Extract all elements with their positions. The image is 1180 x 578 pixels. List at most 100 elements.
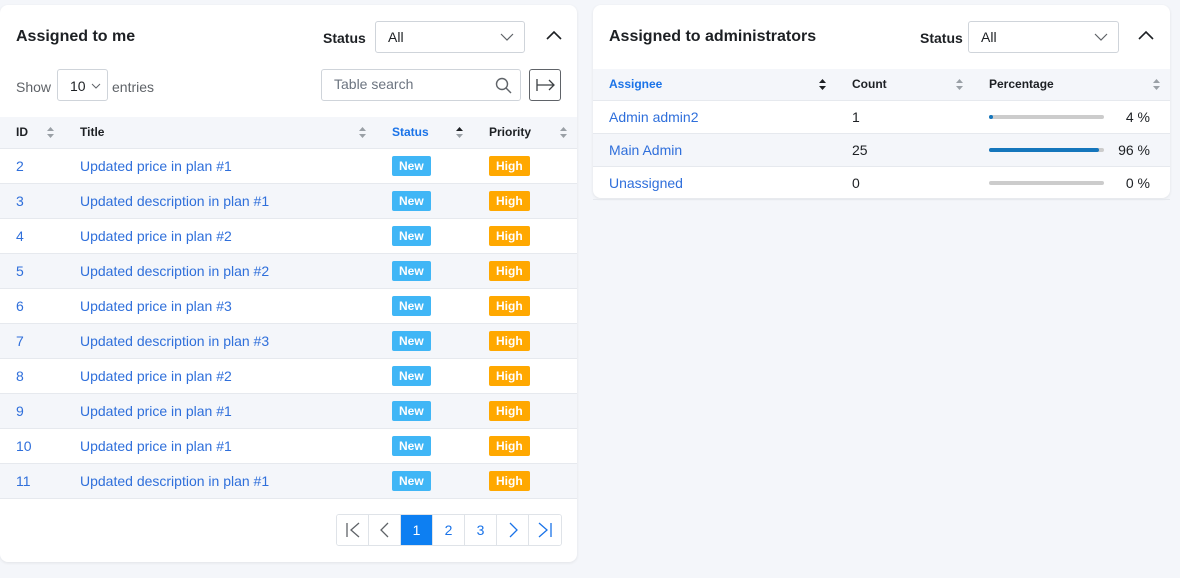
- ticket-title-link[interactable]: Updated price in plan #3: [80, 298, 232, 314]
- column-header-priority[interactable]: Priority: [473, 117, 577, 149]
- priority-badge: High: [489, 225, 530, 246]
- table-row: 10 Updated price in plan #1 New High: [0, 428, 577, 464]
- ticket-id-link[interactable]: 2: [16, 158, 24, 174]
- column-header-status[interactable]: Status: [376, 117, 473, 149]
- percentage-progress-bar: [989, 148, 1104, 153]
- cell-percentage: 4 %: [973, 100, 1170, 134]
- priority-badge: High: [489, 295, 530, 316]
- first-page-button[interactable]: [337, 515, 369, 545]
- ticket-id-link[interactable]: 4: [16, 228, 24, 244]
- cell-priority: High: [473, 463, 577, 499]
- cell-status: New: [376, 393, 473, 429]
- search-icon[interactable]: [495, 77, 512, 94]
- show-label: Show: [16, 79, 52, 95]
- cell-assignee: Unassigned: [593, 166, 836, 200]
- last-page-button[interactable]: [529, 515, 561, 545]
- page-button-1[interactable]: 1: [401, 515, 433, 545]
- table-row: 6 Updated price in plan #3 New High: [0, 288, 577, 324]
- assignee-link[interactable]: Admin admin2: [609, 109, 699, 125]
- cell-count: 0: [836, 166, 973, 200]
- page-button-2[interactable]: 2: [433, 515, 465, 545]
- status-badge: New: [392, 435, 431, 456]
- table-body: 2 Updated price in plan #1 New High 3 Updated…: [0, 148, 577, 499]
- status-filter-select[interactable]: All: [375, 21, 525, 53]
- chevron-right-icon: [509, 522, 518, 538]
- cell-id: 11: [0, 463, 64, 499]
- ticket-title-link[interactable]: Updated description in plan #3: [80, 333, 269, 349]
- cell-priority: High: [473, 253, 577, 289]
- cell-status: New: [376, 253, 473, 289]
- collapse-chevron-up-icon[interactable]: [1137, 27, 1155, 45]
- sort-icon: [1153, 79, 1160, 90]
- ticket-title-link[interactable]: Updated price in plan #1: [80, 158, 232, 174]
- cell-status: New: [376, 463, 473, 499]
- cell-id: 5: [0, 253, 64, 289]
- next-page-button[interactable]: [497, 515, 529, 545]
- priority-badge: High: [489, 155, 530, 176]
- column-header-label: Assignee: [609, 77, 663, 92]
- assigned-to-admins-card: Assigned to administrators Status All As…: [593, 5, 1170, 200]
- count-value: 25: [852, 141, 868, 158]
- assigned-to-me-card: Assigned to me Status All Show 10 entrie…: [0, 5, 577, 562]
- column-header-label: Priority: [489, 125, 532, 140]
- column-header-title[interactable]: Title: [64, 117, 376, 149]
- ticket-id-link[interactable]: 5: [16, 263, 24, 279]
- cell-priority: High: [473, 323, 577, 359]
- ticket-title-link[interactable]: Updated price in plan #2: [80, 368, 232, 384]
- column-header-label: Percentage: [989, 77, 1054, 92]
- ticket-title-link[interactable]: Updated description in plan #2: [80, 263, 269, 279]
- column-header-label: Title: [80, 125, 105, 140]
- cell-id: 2: [0, 148, 64, 184]
- priority-badge: High: [489, 435, 530, 456]
- ticket-id-link[interactable]: 6: [16, 298, 24, 314]
- card-header: Assigned to administrators Status All: [593, 5, 1170, 69]
- cell-id: 8: [0, 358, 64, 394]
- ticket-id-link[interactable]: 8: [16, 368, 24, 384]
- table-row: 3 Updated description in plan #1 New High: [0, 183, 577, 219]
- previous-page-button[interactable]: [369, 515, 401, 545]
- cell-priority: High: [473, 148, 577, 184]
- column-header-assignee[interactable]: Assignee: [593, 69, 836, 101]
- page-length-select[interactable]: 10: [57, 69, 108, 101]
- cell-id: 6: [0, 288, 64, 324]
- ticket-id-link[interactable]: 9: [16, 403, 24, 419]
- assignee-link[interactable]: Unassigned: [609, 175, 683, 191]
- cell-title: Updated description in plan #2: [64, 253, 376, 289]
- table-row: 9 Updated price in plan #1 New High: [0, 393, 577, 429]
- cell-title: Updated price in plan #2: [64, 358, 376, 394]
- card-header: Assigned to me Status All: [0, 5, 577, 69]
- ticket-title-link[interactable]: Updated price in plan #1: [80, 438, 232, 454]
- column-header-id[interactable]: ID: [0, 117, 64, 149]
- table-row: 5 Updated description in plan #2 New High: [0, 253, 577, 289]
- status-badge: New: [392, 470, 431, 491]
- ticket-title-link[interactable]: Updated description in plan #1: [80, 193, 269, 209]
- column-header-label: ID: [16, 125, 28, 140]
- cell-percentage: 96 %: [973, 133, 1170, 167]
- sort-icon: [560, 127, 567, 138]
- assigned-to-me-table: ID Title Status Priority 2 Updated price …: [0, 117, 577, 499]
- ticket-id-link[interactable]: 3: [16, 193, 24, 209]
- page-button-3[interactable]: 3: [465, 515, 497, 545]
- column-header-count[interactable]: Count: [836, 69, 973, 101]
- first-page-icon: [345, 522, 359, 538]
- ticket-id-link[interactable]: 10: [16, 438, 32, 454]
- cell-status: New: [376, 323, 473, 359]
- ticket-title-link[interactable]: Updated price in plan #1: [80, 403, 232, 419]
- table-search-input[interactable]: [334, 76, 484, 92]
- status-filter-select[interactable]: All: [968, 21, 1119, 53]
- status-badge: New: [392, 155, 431, 176]
- column-header-percentage[interactable]: Percentage: [973, 69, 1170, 101]
- assignee-link[interactable]: Main Admin: [609, 142, 682, 158]
- ticket-title-link[interactable]: Updated description in plan #1: [80, 473, 269, 489]
- ticket-title-link[interactable]: Updated price in plan #2: [80, 228, 232, 244]
- status-badge: New: [392, 330, 431, 351]
- status-badge: New: [392, 225, 431, 246]
- cell-status: New: [376, 428, 473, 464]
- export-button[interactable]: [529, 69, 561, 101]
- cell-priority: High: [473, 428, 577, 464]
- collapse-chevron-up-icon[interactable]: [545, 27, 563, 45]
- ticket-id-link[interactable]: 11: [16, 473, 31, 489]
- sort-icon: [956, 79, 963, 90]
- ticket-id-link[interactable]: 7: [16, 333, 24, 349]
- entries-label: entries: [112, 79, 155, 95]
